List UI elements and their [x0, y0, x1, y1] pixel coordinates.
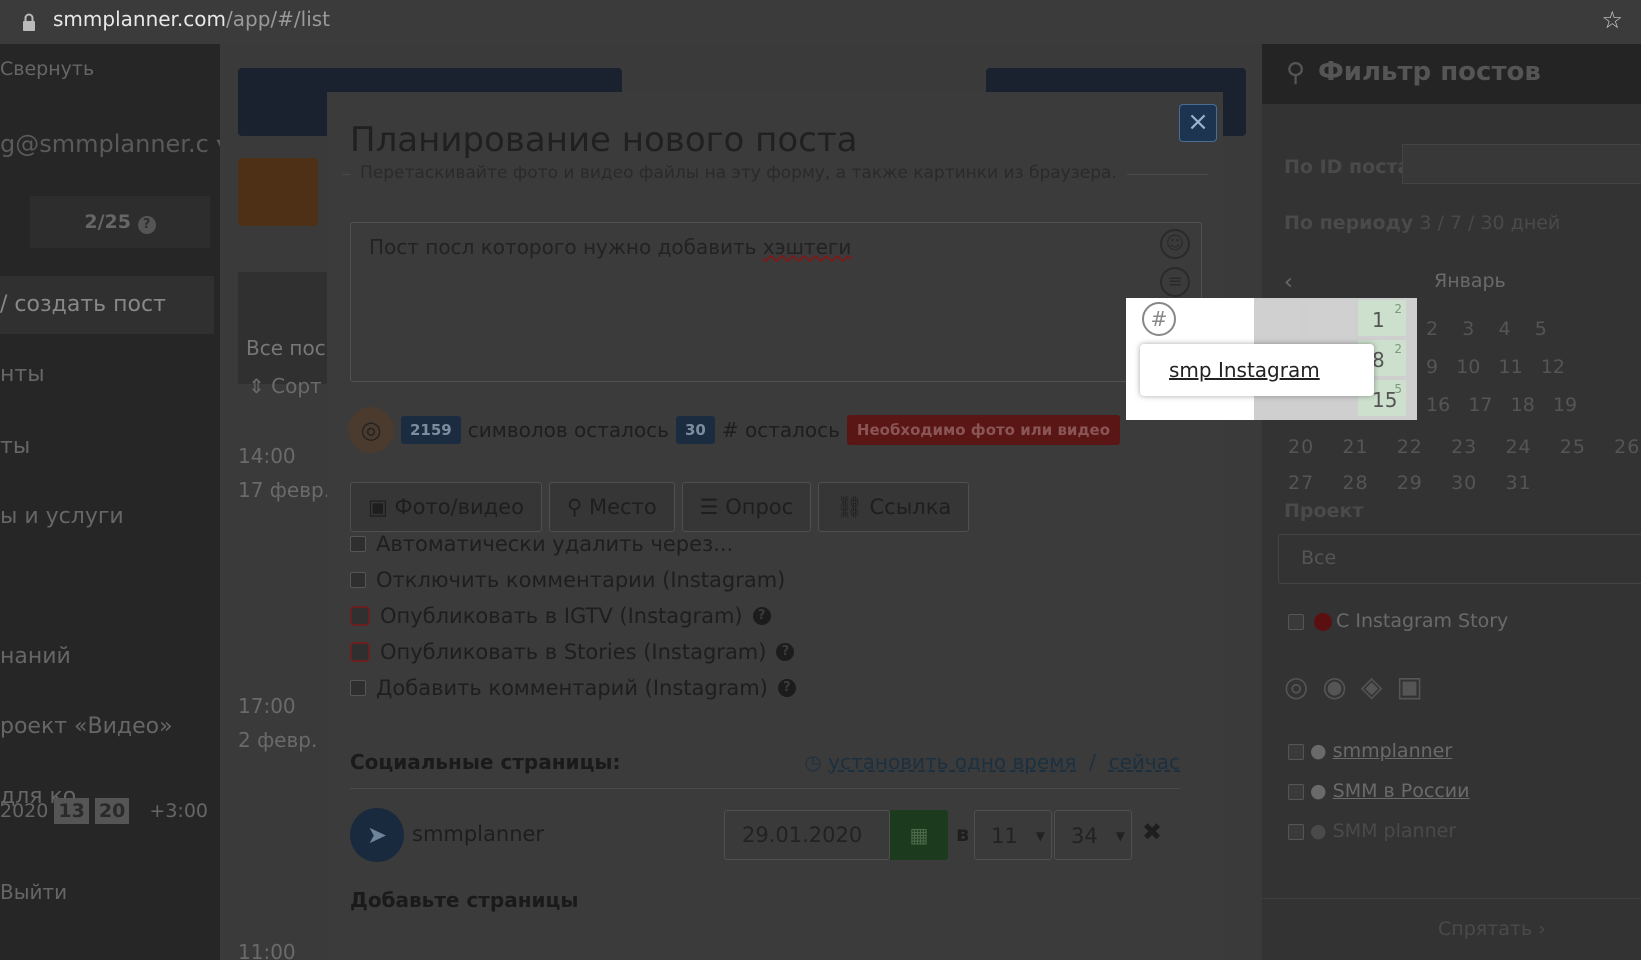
- filter-header: ⚲ Фильтр постов: [1262, 44, 1641, 104]
- calendar-day[interactable]: 12: [1358, 300, 1406, 336]
- sidebar-collapse[interactable]: Свернуть: [0, 58, 94, 80]
- hashtag-template-popup: smp Instagram: [1140, 344, 1374, 396]
- hide-filter-link[interactable]: Спрятать ›: [1438, 918, 1546, 940]
- story-filter[interactable]: С Instagram Story: [1288, 610, 1508, 632]
- help-icon[interactable]: ?: [776, 643, 795, 661]
- link-button[interactable]: ⛓ Ссылка: [818, 482, 970, 532]
- lock-icon: [22, 12, 36, 31]
- modal-title: Планирование нового поста: [350, 120, 858, 160]
- clock-icon: ◷: [804, 750, 822, 774]
- calendar-month: Январь: [1434, 270, 1506, 292]
- hour-select[interactable]: 11 ▼: [974, 810, 1052, 860]
- logout-link[interactable]: Выйти: [0, 880, 67, 904]
- publish-stories-option[interactable]: Опубликовать в Stories (Instagram)?: [350, 640, 795, 664]
- calendar-prev-icon[interactable]: ‹: [1284, 270, 1293, 295]
- emoji-icon[interactable]: ☺: [1160, 229, 1190, 259]
- now-link[interactable]: сейчас: [1109, 750, 1180, 774]
- filter-id-input[interactable]: [1402, 144, 1641, 184]
- sort-control[interactable]: ⇕ Сорт: [248, 374, 322, 398]
- hashtags-left-label: # осталось: [721, 418, 840, 442]
- place-button[interactable]: ⚲ Место: [548, 482, 675, 532]
- bookmark-star-icon[interactable]: ☆: [1601, 6, 1623, 34]
- filter-account[interactable]: ● SMM planner: [1288, 820, 1456, 842]
- instagram-icon: ◎: [348, 407, 394, 453]
- time-controls: ◷ установить одно время / сейчас: [804, 750, 1180, 774]
- remove-account-icon[interactable]: ✖: [1142, 818, 1162, 846]
- disable-comments-option[interactable]: Отключить комментарии (Instagram): [350, 568, 785, 592]
- account-avatar: ➤: [350, 808, 404, 862]
- hashtag-template-item[interactable]: smp Instagram: [1169, 358, 1320, 382]
- filter-account[interactable]: ● SMM в России: [1288, 780, 1469, 802]
- post-counter: 2/25 ?: [30, 196, 210, 248]
- sidebar-create-post[interactable]: / создать пост: [0, 276, 214, 334]
- entry-time: 17:00: [238, 694, 296, 718]
- url-text[interactable]: smmplanner.com/app/#/list: [53, 7, 330, 31]
- attachment-buttons: ▣ Фото/видео ⚲ Место ☰ Опрос ⛓ Ссылка: [350, 482, 970, 532]
- poll-button[interactable]: ☰ Опрос: [681, 482, 812, 532]
- dropzone-hint: Перетаскивайте фото и видео файлы на эту…: [342, 163, 1208, 199]
- minute-select[interactable]: 34 ▼: [1054, 810, 1132, 860]
- sidebar-item[interactable]: нты: [0, 362, 45, 387]
- hashtag-icon[interactable]: #: [1142, 302, 1176, 336]
- new-story-card[interactable]: [238, 158, 318, 226]
- project-select[interactable]: Все: [1278, 534, 1641, 584]
- entry-date: 2 февр.: [238, 728, 318, 752]
- add-comment-option[interactable]: Добавить комментарий (Instagram)?: [350, 676, 796, 700]
- post-text-input[interactable]: Пост посл которого нужно добавить хэштег…: [350, 222, 1202, 382]
- network-icons[interactable]: ◎◉◈▣: [1284, 670, 1437, 703]
- account-row: ➤ smmplanner 29.01.2020 ▦ в 11 ▼ 34 ▼ ✖: [350, 804, 1180, 864]
- add-pages-label: Добавьте страницы: [350, 888, 579, 912]
- filter-panel: ⚲ Фильтр постов По ID поста По периоду 3 …: [1262, 44, 1641, 960]
- help-icon[interactable]: ?: [752, 607, 771, 625]
- at-label: в: [956, 822, 970, 846]
- help-icon[interactable]: ?: [777, 679, 796, 697]
- auto-delete-option[interactable]: Автоматически удалить через...: [350, 532, 733, 556]
- calendar-rows-right: 2 3 4 5 9 10 11 12 16 17 18 19: [1426, 318, 1578, 416]
- calendar-icon[interactable]: ▦: [890, 810, 948, 860]
- sidebar-item[interactable]: ты: [0, 434, 30, 459]
- chars-left-badge: 2159: [401, 416, 461, 444]
- filter-icon: ⚲: [1286, 58, 1306, 88]
- hashtags-left-badge: 30: [675, 416, 715, 444]
- sidebar-item[interactable]: роект «Видео»: [0, 714, 173, 739]
- set-one-time-link[interactable]: установить одно время: [828, 750, 1076, 774]
- account-email[interactable]: g@smmplanner.c ▾: [0, 130, 220, 158]
- filter-id-label: По ID поста: [1284, 156, 1411, 178]
- publish-igtv-option[interactable]: Опубликовать в IGTV (Instagram)?: [350, 604, 771, 628]
- new-post-modal: Планирование нового поста Перетаскивайте…: [327, 92, 1223, 960]
- close-modal-button[interactable]: ×: [1179, 104, 1217, 142]
- media-required-badge: Необходимо фото или видео: [846, 415, 1121, 445]
- entry-time: 14:00: [238, 444, 296, 468]
- timezone-row: 2020 13 20 +3:00: [0, 798, 208, 824]
- photo-video-button[interactable]: ▣ Фото/видео: [350, 482, 542, 532]
- sidebar-item[interactable]: наний: [0, 644, 71, 669]
- social-pages-label: Социальные страницы:: [350, 750, 621, 774]
- chars-left-label: символов осталось: [467, 418, 669, 442]
- sidebar-item[interactable]: ы и услуги: [0, 504, 124, 529]
- project-label: Проект: [1284, 500, 1364, 522]
- sidebar: Свернуть g@smmplanner.c ▾ 2/25 ? / созда…: [0, 44, 220, 960]
- browser-address-bar[interactable]: smmplanner.com/app/#/list ☆: [0, 0, 1641, 44]
- entry-time: 11:00: [238, 940, 296, 960]
- counters-row: ◎ 2159 символов осталось 30 # осталось Н…: [348, 407, 1121, 453]
- entry-date: 17 февр.: [238, 478, 331, 502]
- filter-account[interactable]: ● smmplanner: [1288, 740, 1452, 762]
- filter-period: По периоду 3 / 7 / 30 дней: [1284, 212, 1561, 234]
- template-icon[interactable]: ≡: [1160, 267, 1190, 297]
- date-input[interactable]: 29.01.2020: [724, 810, 890, 860]
- account-name: smmplanner: [412, 822, 545, 846]
- hashtag-highlight: 12 82 15 5 # smp Instagram: [1126, 298, 1417, 420]
